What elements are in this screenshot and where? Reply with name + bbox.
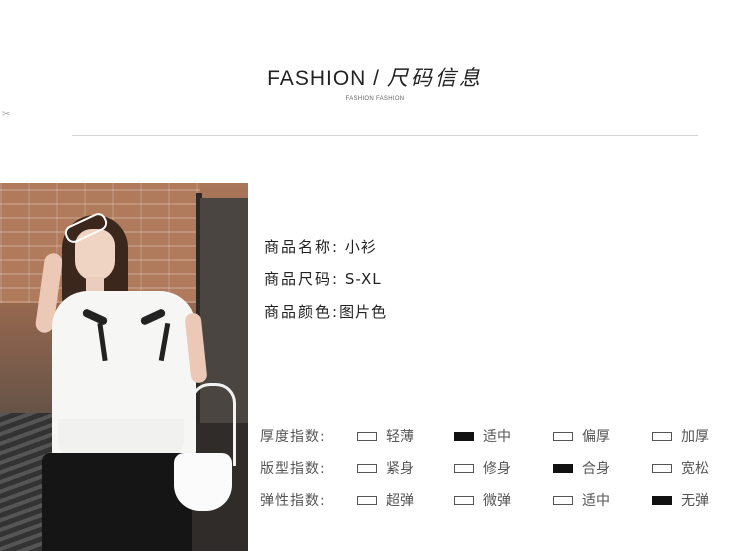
title-cn: 尺码信息 <box>386 66 483 90</box>
thickness-option-3: 偏厚 <box>553 426 610 446</box>
thickness-option-2: 适中 <box>454 426 511 446</box>
fit-option-2: 修身 <box>454 458 511 478</box>
option-label: 宽松 <box>681 461 709 477</box>
option-label: 偏厚 <box>582 429 610 445</box>
fit-option-3: 合身 <box>553 458 610 478</box>
option-label: 加厚 <box>681 429 709 445</box>
title-separator: / <box>366 67 387 90</box>
header-divider <box>72 135 698 136</box>
checkbox-checked <box>652 495 672 505</box>
option-label: 适中 <box>582 493 610 509</box>
product-name-value: 小衫 <box>344 238 377 256</box>
product-size-value: S-XL <box>344 270 382 288</box>
title-en: FASHION <box>267 67 367 90</box>
black-skirt <box>42 453 192 551</box>
checkbox <box>652 431 672 441</box>
product-name-label: 商品名称: <box>264 238 340 256</box>
white-bag <box>174 453 232 511</box>
option-label: 无弹 <box>681 493 709 509</box>
checkbox <box>553 431 573 441</box>
elasticity-option-4: 无弹 <box>652 490 709 510</box>
page-subtitle: FASHION FASHION <box>345 96 405 102</box>
option-label: 紧身 <box>386 461 414 477</box>
elasticity-label: 弹性指数: <box>260 493 326 509</box>
option-label: 超弹 <box>386 493 414 509</box>
product-color-label: 商品颜色: <box>264 303 340 321</box>
product-photo <box>0 183 248 551</box>
checkbox <box>357 495 377 505</box>
checkbox <box>553 495 573 505</box>
checkbox <box>454 463 474 473</box>
product-color-row: 商品颜色:图片色 <box>264 301 387 322</box>
fit-option-1: 紧身 <box>357 458 414 478</box>
option-label: 适中 <box>483 429 511 445</box>
option-label: 微弹 <box>483 493 511 509</box>
elasticity-option-2: 微弹 <box>454 490 511 510</box>
checkbox <box>357 463 377 473</box>
checkbox <box>454 495 474 505</box>
checkbox-checked <box>454 431 474 441</box>
scissors-icon: ✂ <box>2 109 11 120</box>
elasticity-option-1: 超弹 <box>357 490 414 510</box>
thickness-option-4: 加厚 <box>652 426 709 446</box>
product-color-value: 图片色 <box>339 303 388 321</box>
product-size-label: 商品尺码: <box>264 270 340 288</box>
product-size-row: 商品尺码: S-XL <box>264 268 382 289</box>
option-label: 修身 <box>483 461 511 477</box>
fit-option-4: 宽松 <box>652 458 709 478</box>
fit-label: 版型指数: <box>260 461 326 477</box>
option-label: 合身 <box>582 461 610 477</box>
thickness-option-1: 轻薄 <box>357 426 414 446</box>
checkbox-checked <box>553 463 573 473</box>
product-name-row: 商品名称: 小衫 <box>264 236 377 257</box>
elasticity-option-3: 适中 <box>553 490 610 510</box>
checkbox <box>652 463 672 473</box>
option-label: 轻薄 <box>386 429 414 445</box>
thickness-label: 厚度指数: <box>260 429 326 445</box>
checkbox <box>357 431 377 441</box>
page-title: FASHION / 尺码信息 <box>0 62 750 92</box>
